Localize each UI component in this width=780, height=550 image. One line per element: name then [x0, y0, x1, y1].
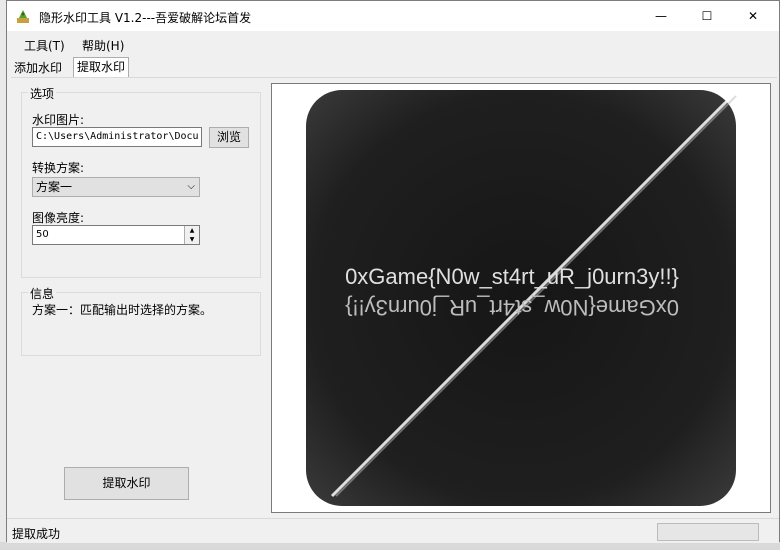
browse-button[interactable]: 浏览 [209, 127, 249, 148]
spinner-up-arrow-icon[interactable]: ▲ [185, 226, 199, 235]
info-legend: 信息 [28, 285, 57, 302]
watermark-text-mirrored: 0xGame{N0w_st4rt_uR_j0urn3y!!} [345, 295, 679, 320]
status-text: 提取成功 [12, 527, 61, 541]
status-progress-bar [657, 523, 759, 541]
watermark-preview-image: 0xGame{N0w_st4rt_uR_j0urn3y!!} 0xGame{N0… [271, 83, 771, 513]
app-logo-icon [17, 10, 29, 23]
menu-bar: 工具(T) 帮助(H) [7, 33, 779, 55]
spinner-buttons: ▲ ▼ [184, 226, 199, 244]
app-window: 隐形水印工具 V1.2---吾爱破解论坛首发 — ☐ ✕ 工具(T) 帮助(H)… [6, 0, 780, 543]
menu-tools[interactable]: 工具(T) [24, 37, 65, 54]
image-path-input[interactable]: C:\Users\Administrator\Docu [32, 127, 202, 147]
chevron-down-icon: ⌵ [187, 181, 195, 192]
taskbar-strip [0, 542, 780, 550]
brightness-spinner[interactable]: 50 ▲ ▼ [32, 225, 200, 245]
tab-add-watermark[interactable]: 添加水印 [11, 59, 65, 77]
brightness-value: 50 [36, 229, 49, 240]
spinner-down-arrow-icon[interactable]: ▼ [185, 235, 199, 244]
options-legend: 选项 [28, 85, 57, 102]
brightness-label: 图像亮度: [32, 211, 85, 225]
scheme-label: 转换方案: [32, 161, 85, 175]
preview-canvas: 0xGame{N0w_st4rt_uR_j0urn3y!!} 0xGame{N0… [272, 84, 770, 512]
image-label: 水印图片: [32, 113, 85, 127]
scheme-select-value: 方案一 [36, 180, 73, 194]
options-group: 选项 水印图片: C:\Users\Administrator\Docu 浏览 … [21, 85, 261, 278]
menu-help[interactable]: 帮助(H) [82, 37, 124, 54]
minimize-button[interactable]: — [638, 1, 684, 31]
close-button[interactable]: ✕ [730, 1, 776, 31]
watermark-text: 0xGame{N0w_st4rt_uR_j0urn3y!!} [345, 264, 679, 289]
info-text: 方案一：匹配输出时选择的方案。 [32, 303, 213, 317]
extract-watermark-button[interactable]: 提取水印 [64, 467, 189, 500]
status-bar: 提取成功 [7, 518, 779, 543]
window-title: 隐形水印工具 V1.2---吾爱破解论坛首发 [39, 11, 252, 25]
title-bar[interactable]: 隐形水印工具 V1.2---吾爱破解论坛首发 — ☐ ✕ [7, 1, 779, 31]
scheme-select[interactable]: 方案一 ⌵ [32, 177, 200, 197]
tab-extract-watermark[interactable]: 提取水印 [73, 57, 130, 78]
maximize-button[interactable]: ☐ [684, 1, 730, 31]
info-group: 信息 方案一：匹配输出时选择的方案。 [21, 285, 261, 356]
extract-panel: 选项 水印图片: C:\Users\Administrator\Docu 浏览 … [11, 77, 777, 518]
